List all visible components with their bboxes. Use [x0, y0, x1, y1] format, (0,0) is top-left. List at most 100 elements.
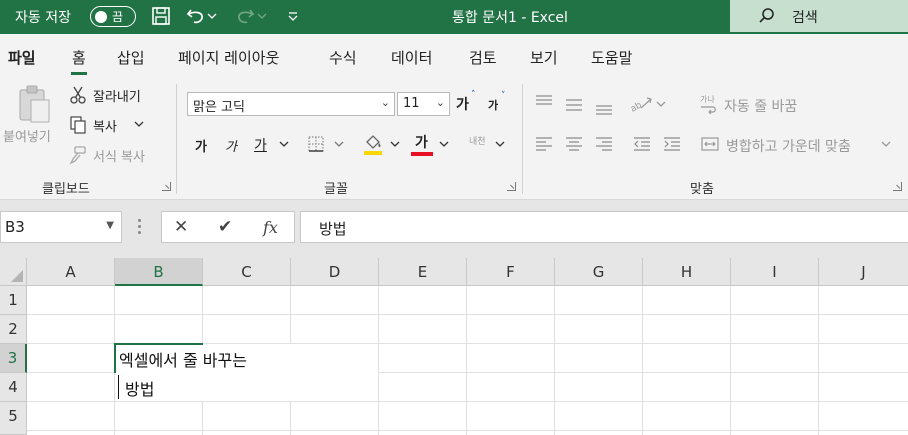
worksheet-grid[interactable]: A B C D E F G H I J 1 2 3 4 5 엑셀에서 줄 바꾸는… — [0, 258, 908, 435]
tab-home[interactable]: 홈 — [71, 47, 87, 75]
phonetic-dropdown-icon[interactable] — [495, 140, 505, 148]
column-header[interactable]: F — [467, 258, 555, 286]
merge-center-button[interactable]: 병합하고 가운데 맞춤 — [726, 136, 851, 156]
italic-button[interactable]: 가 — [225, 136, 237, 155]
tab-review[interactable]: 검토 — [469, 47, 497, 68]
copy-dropdown-icon[interactable] — [134, 119, 144, 129]
wrap-text-icon[interactable]: 가나 — [698, 93, 720, 115]
borders-icon[interactable] — [306, 134, 326, 154]
font-size-combo[interactable]: 11 ⌄ — [397, 92, 450, 116]
font-size-value: 11 — [403, 96, 420, 111]
cell-b3-line1: 엑셀에서 줄 바꾸는 — [119, 351, 247, 370]
format-painter-button: 서식 복사 — [93, 150, 145, 165]
gridline — [818, 286, 819, 435]
column-header[interactable]: I — [731, 258, 819, 286]
column-header[interactable]: E — [379, 258, 467, 286]
name-box[interactable]: B3 ▼ — [0, 211, 122, 243]
row-header[interactable]: 4 — [0, 373, 27, 402]
undo-icon[interactable] — [185, 5, 207, 27]
autosave-state: 끔 — [112, 10, 124, 24]
cut-icon — [68, 84, 88, 106]
grow-font-button[interactable]: 가 — [456, 94, 469, 114]
font-launcher-icon[interactable] — [507, 182, 516, 191]
customize-toolbar-icon[interactable] — [282, 5, 304, 27]
row-header[interactable]: 2 — [0, 315, 27, 344]
align-top-icon[interactable] — [534, 92, 554, 112]
autosave-toggle[interactable]: 끔 — [90, 6, 136, 27]
undo-dropdown-icon[interactable] — [206, 5, 218, 27]
bold-button[interactable]: 가 — [195, 136, 207, 155]
gridline — [466, 286, 467, 435]
orientation-dropdown-icon[interactable] — [656, 100, 666, 108]
title-bar: 자동 저장 끔 통합 문서1 - Excel 검색 — [0, 0, 908, 34]
shrink-font-button[interactable]: 가 — [488, 97, 498, 113]
gridline — [378, 286, 379, 435]
clipboard-launcher-icon[interactable] — [162, 182, 171, 191]
font-name-combo[interactable]: 맑은 고딕 ⌄ — [187, 92, 395, 116]
merge-center-icon[interactable] — [700, 134, 720, 154]
underline-button[interactable]: 가 — [254, 135, 267, 155]
column-header[interactable]: B — [115, 258, 203, 286]
decrease-indent-icon[interactable] — [632, 134, 652, 154]
merge-dropdown-icon[interactable] — [881, 140, 891, 148]
formula-bar: B3 ▼ ✕ ✔ fx 방법 — [0, 200, 908, 258]
align-bottom-icon[interactable] — [594, 98, 614, 118]
name-box-value: B3 — [5, 218, 25, 236]
formula-bar-grip[interactable] — [138, 219, 141, 235]
gridline — [27, 401, 908, 402]
toggle-knob — [95, 10, 107, 23]
enter-icon[interactable]: ✔ — [218, 217, 232, 237]
underline-dropdown-icon[interactable] — [279, 140, 289, 148]
column-header[interactable]: H — [643, 258, 731, 286]
tab-data[interactable]: 데이터 — [391, 47, 432, 68]
row-header[interactable]: 3 — [0, 344, 27, 373]
wrap-text-button[interactable]: 자동 줄 바꿈 — [724, 96, 797, 116]
save-icon[interactable] — [150, 5, 172, 27]
fill-color-dropdown-icon[interactable] — [390, 140, 400, 148]
row-header[interactable]: 5 — [0, 402, 27, 435]
search-box[interactable]: 검색 — [730, 0, 908, 32]
align-center-icon[interactable] — [564, 134, 584, 154]
tab-formulas[interactable]: 수식 — [329, 47, 357, 68]
row-header[interactable]: 1 — [0, 286, 27, 315]
grow-arrow-icon: ˄ — [471, 90, 476, 100]
tab-file[interactable]: 파일 — [8, 47, 36, 68]
redo-dropdown-icon — [256, 5, 268, 27]
formula-input-value: 방법 — [319, 220, 347, 238]
orientation-icon[interactable]: ab — [628, 92, 654, 114]
window-title: 통합 문서1 - Excel — [452, 10, 568, 26]
alignment-launcher-icon[interactable] — [893, 182, 902, 191]
tab-page-layout[interactable]: 페이지 레이아웃 — [178, 47, 279, 68]
align-right-icon[interactable] — [594, 134, 614, 154]
copy-button[interactable]: 복사 — [93, 116, 117, 135]
fill-color-icon[interactable] — [362, 132, 384, 156]
font-color-dropdown-icon[interactable] — [439, 140, 449, 148]
gridline — [642, 286, 643, 435]
group-separator — [176, 84, 177, 194]
increase-indent-icon[interactable] — [662, 134, 682, 154]
format-painter-icon — [68, 144, 88, 166]
tab-view[interactable]: 보기 — [530, 47, 558, 68]
paste-button: 붙여넣기 — [3, 130, 51, 145]
column-header[interactable]: G — [555, 258, 643, 286]
column-header[interactable]: C — [203, 258, 291, 286]
column-header[interactable]: J — [819, 258, 908, 286]
font-name-value: 맑은 고딕 — [193, 100, 245, 115]
tab-help[interactable]: 도움말 — [591, 47, 632, 68]
formula-input[interactable]: 방법 — [300, 211, 908, 243]
chevron-down-icon: ⌄ — [380, 96, 390, 109]
column-header[interactable]: A — [27, 258, 115, 286]
cancel-icon[interactable]: ✕ — [174, 217, 188, 237]
formula-buttons: ✕ ✔ fx — [161, 211, 295, 243]
insert-function-button[interactable]: fx — [263, 218, 278, 237]
align-left-icon[interactable] — [534, 134, 554, 154]
borders-dropdown-icon[interactable] — [334, 140, 344, 148]
font-group-label: 글꼴 — [324, 182, 348, 197]
tab-insert[interactable]: 삽입 — [117, 47, 145, 68]
column-header[interactable]: D — [291, 258, 379, 286]
cut-button[interactable]: 잘라내기 — [93, 86, 141, 105]
ribbon-tabs: 파일 홈 삽입 페이지 레이아웃 수식 데이터 검토 보기 도움말 — [0, 34, 908, 76]
select-all-button[interactable] — [0, 258, 27, 286]
font-color-button[interactable]: 가 — [415, 132, 428, 152]
align-middle-icon[interactable] — [564, 95, 584, 115]
